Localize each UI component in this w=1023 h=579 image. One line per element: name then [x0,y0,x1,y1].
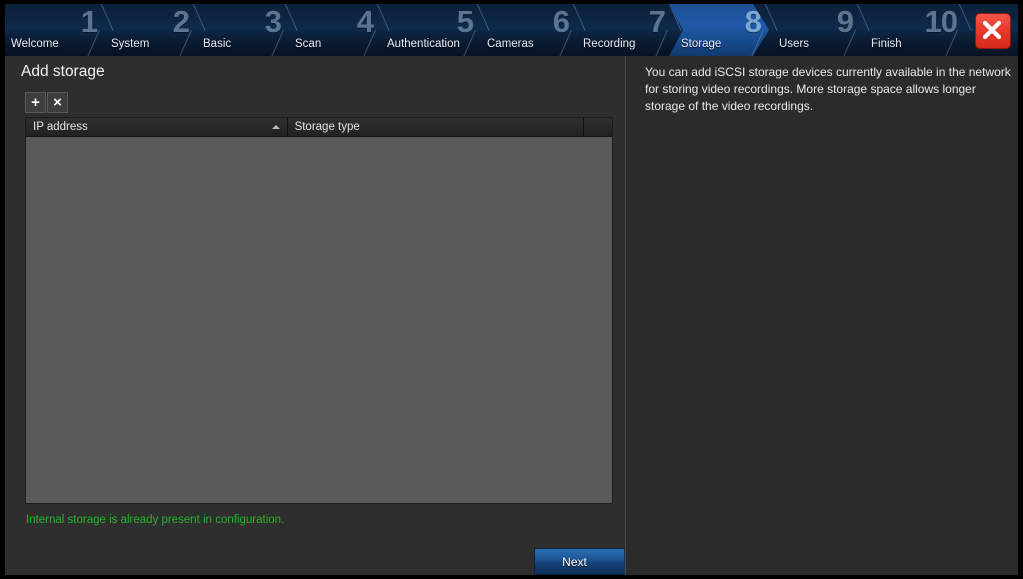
column-header-label: IP address [33,121,88,133]
wizard-step-users[interactable]: 9 Users [769,4,861,56]
storage-table: IP address Storage type [25,117,613,504]
wizard-step-number: 2 [172,4,190,39]
cross-icon: × [53,94,62,111]
close-icon [982,20,1002,40]
window-inner: 1 Welcome 2 System 3 Basic 4 Scan 5 Auth [5,4,1018,575]
wizard-step-label: Basic [203,38,232,50]
wizard-step-label: Finish [871,38,902,50]
wizard-step-cameras[interactable]: 6 Cameras [481,4,577,56]
content-area: Add storage + × IP address Storage type … [5,56,1018,575]
wizard-step-label: Scan [295,38,322,50]
wizard-step-number: 5 [456,4,474,39]
status-message: Internal storage is already present in c… [26,514,285,526]
next-button[interactable]: Next [534,548,625,575]
column-header-extra[interactable] [584,118,613,136]
wizard-step-storage[interactable]: 8 Storage [669,4,769,56]
add-storage-button[interactable]: + [25,92,46,113]
wizard-step-bar: 1 Welcome 2 System 3 Basic 4 Scan 5 Auth [5,4,1018,56]
wizard-step-scan[interactable]: 4 Scan [289,4,381,56]
wizard-step-label: Cameras [487,38,534,50]
wizard-step-recording[interactable]: 7 Recording [577,4,673,56]
plus-icon: + [31,94,40,111]
column-header-storage-type[interactable]: Storage type [287,118,585,136]
wizard-step-label: Welcome [11,38,59,50]
wizard-step-number: 9 [836,4,854,39]
wizard-step-authentication[interactable]: 5 Authentication [381,4,481,56]
info-panel: You can add iSCSI storage devices curren… [626,56,1018,575]
application-window: 1 Welcome 2 System 3 Basic 4 Scan 5 Auth [0,0,1023,579]
column-header-label: Storage type [294,121,360,133]
wizard-step-number: 7 [648,4,666,39]
wizard-step-label: Storage [681,38,722,50]
page-title: Add storage [21,63,105,80]
wizard-step-label: Authentication [387,38,460,50]
close-button[interactable] [975,13,1011,49]
wizard-step-number: 6 [552,4,570,39]
wizard-step-basic[interactable]: 3 Basic [197,4,289,56]
wizard-step-welcome[interactable]: 1 Welcome [5,4,105,56]
table-toolbar: + × [25,92,68,113]
wizard-step-number: 1 [80,4,98,39]
wizard-step-system[interactable]: 2 System [105,4,197,56]
wizard-step-number: 10 [924,4,958,39]
next-button-label: Next [562,554,587,569]
left-panel: Add storage + × IP address Storage type … [5,56,646,575]
wizard-step-label: Recording [583,38,636,50]
wizard-step-number: 4 [356,4,374,39]
table-header-row: IP address Storage type [26,118,613,137]
sort-ascending-icon [271,125,280,129]
wizard-step-label: Users [779,38,810,50]
info-panel-text: You can add iSCSI storage devices curren… [645,65,1011,113]
column-header-ip-address[interactable]: IP address [26,118,288,136]
wizard-step-finish[interactable]: 10 Finish [861,4,961,56]
storage-table-body[interactable] [26,137,612,503]
wizard-step-label: System [111,38,150,50]
wizard-step-number: 3 [264,4,282,39]
remove-storage-button[interactable]: × [47,92,68,113]
wizard-step-number: 8 [744,4,761,39]
